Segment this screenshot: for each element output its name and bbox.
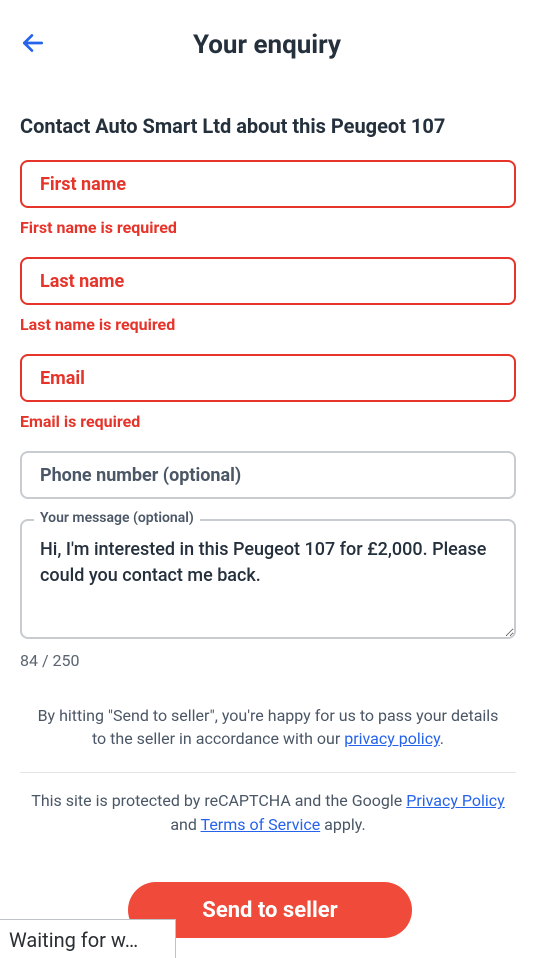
page-title: Your enquiry [18, 30, 516, 60]
privacy-policy-link[interactable]: privacy policy [344, 729, 440, 748]
browser-status-text: Waiting for w… [0, 919, 176, 958]
separator [20, 772, 516, 773]
google-tos-link[interactable]: Terms of Service [201, 815, 321, 834]
last-name-error: Last name is required [20, 315, 516, 334]
message-counter: 84 / 250 [20, 651, 516, 670]
email-error: Email is required [20, 412, 516, 431]
message-field-wrap: Your message (optional) [20, 519, 516, 643]
header: Your enquiry [0, 0, 536, 80]
first-name-input[interactable] [20, 160, 516, 208]
subtitle: Contact Auto Smart Ltd about this Peugeo… [0, 80, 536, 148]
email-field-wrap: Email is required [20, 354, 516, 431]
first-name-error: First name is required [20, 218, 516, 237]
last-name-input[interactable] [20, 257, 516, 305]
recaptcha-notice: This site is protected by reCAPTCHA and … [0, 781, 536, 841]
first-name-field-wrap: First name is required [20, 160, 516, 237]
consent-notice: By hitting "Send to seller", you're happ… [0, 670, 536, 756]
email-input[interactable] [20, 354, 516, 402]
enquiry-form: First name is required Last name is requ… [0, 148, 536, 670]
phone-input[interactable] [20, 451, 516, 499]
message-label: Your message (optional) [34, 510, 200, 526]
last-name-field-wrap: Last name is required [20, 257, 516, 334]
phone-field-wrap [20, 451, 516, 499]
google-privacy-link[interactable]: Privacy Policy [406, 791, 505, 810]
message-textarea[interactable] [20, 519, 516, 639]
